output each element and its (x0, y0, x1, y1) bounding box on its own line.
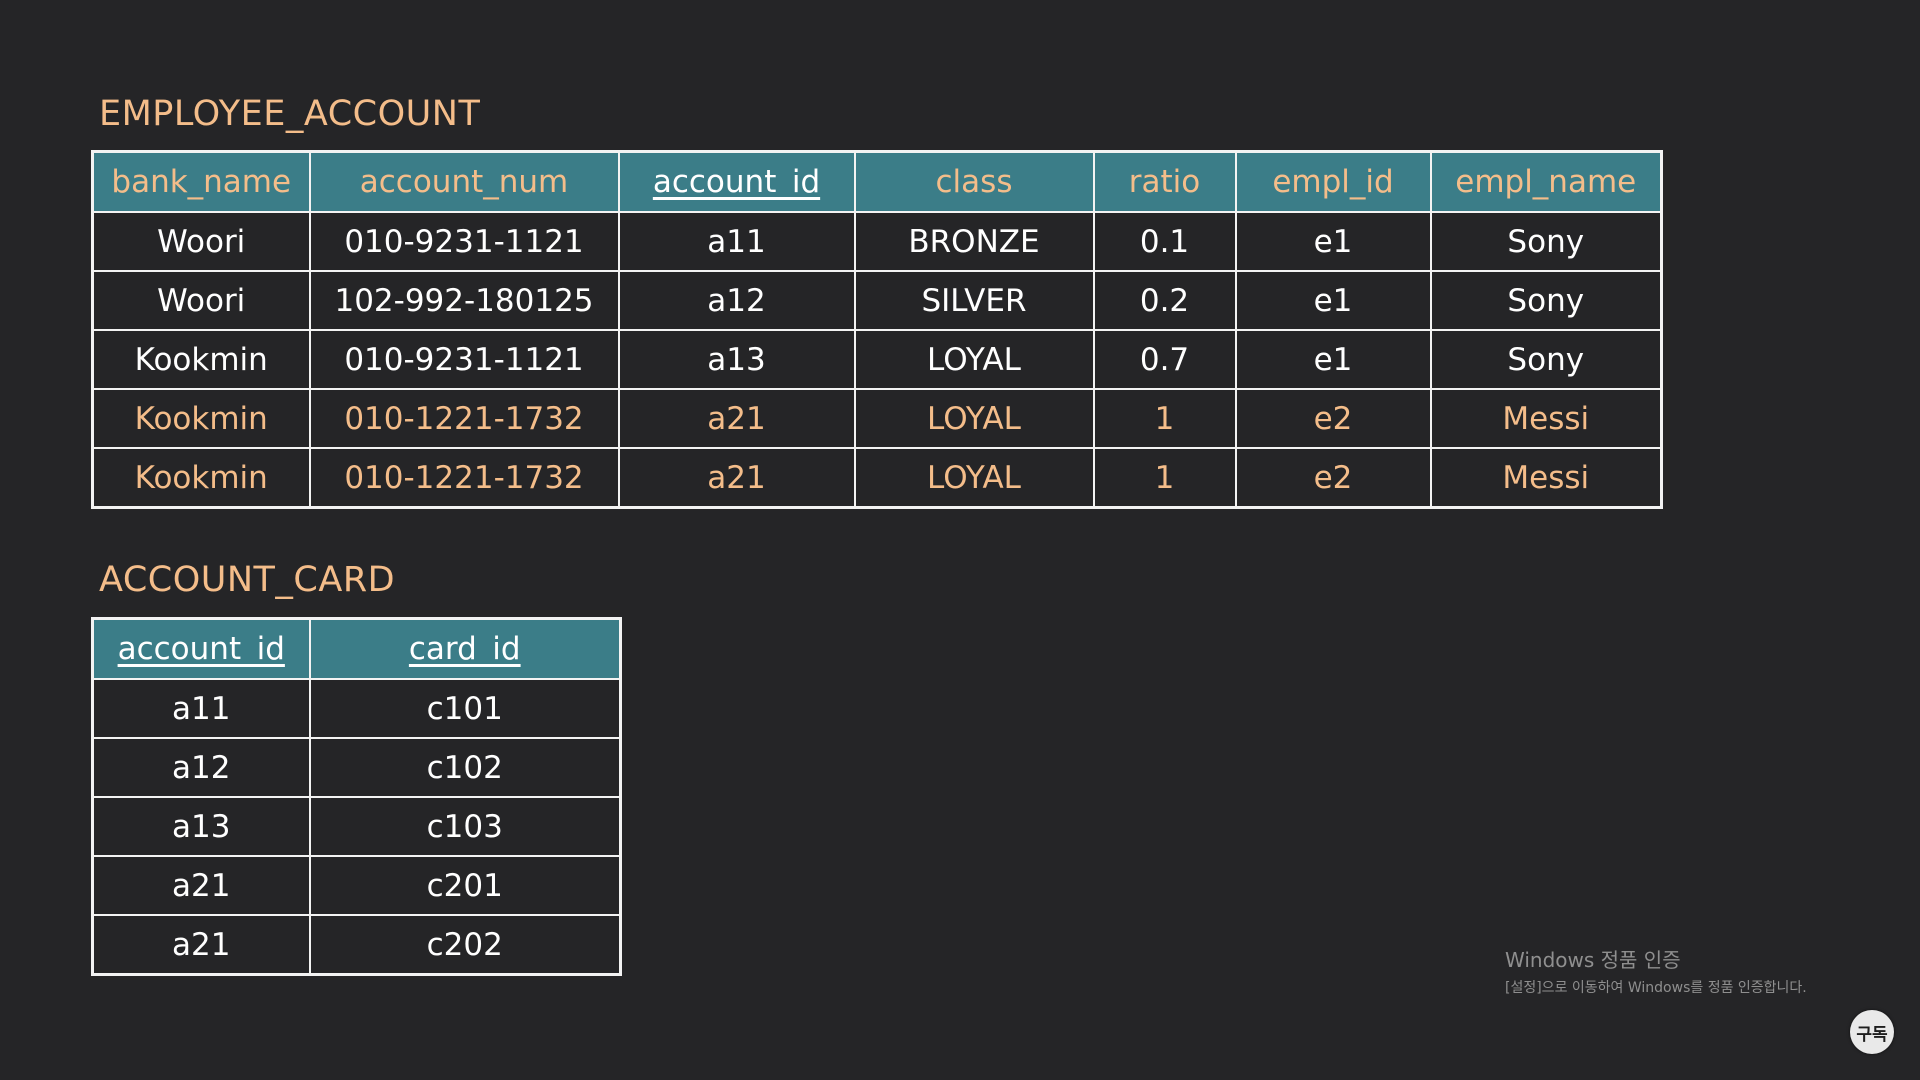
table-row: Woori 102-992-180125 a12 SILVER 0.2 e1 S… (91, 270, 1663, 331)
table-cell: a21 (617, 447, 856, 509)
table-cell: Sony (1429, 329, 1663, 390)
column-header-card-id: card_id (308, 617, 622, 680)
table-cell: a13 (91, 796, 311, 857)
table-row: a13 c103 (91, 796, 622, 857)
table-cell: a12 (617, 270, 856, 331)
subscribe-label: 구독 (1856, 1024, 1888, 1045)
table-cell: 0.2 (1092, 270, 1237, 331)
table-cell: a11 (91, 678, 311, 739)
table-row-highlighted: Kookmin 010-1221-1732 a21 LOYAL 1 e2 Mes… (91, 388, 1663, 449)
table-cell: LOYAL (853, 447, 1095, 509)
table-cell: c101 (308, 678, 622, 739)
employee-account-table: bank_name account_num account_id class r… (91, 150, 1663, 509)
table-cell: Kookmin (91, 329, 311, 390)
table-cell: Messi (1429, 447, 1663, 509)
column-header-account-id: account_id (617, 150, 856, 213)
column-header-ratio: ratio (1092, 150, 1237, 213)
table-cell: Sony (1429, 270, 1663, 331)
table-cell: LOYAL (853, 329, 1095, 390)
table-cell: 0.7 (1092, 329, 1237, 390)
column-header-empl-id: empl_id (1234, 150, 1432, 213)
table-cell: c103 (308, 796, 622, 857)
table-cell: 010-1221-1732 (308, 447, 620, 509)
column-header-empl-name: empl_name (1429, 150, 1663, 213)
table-cell: Kookmin (91, 388, 311, 449)
column-header-account-num: account_num (308, 150, 620, 213)
account-card-title: ACCOUNT_CARD (99, 560, 396, 600)
employee-account-title: EMPLOYEE_ACCOUNT (99, 94, 481, 134)
column-header-class: class (853, 150, 1095, 213)
account-card-header-row: account_id card_id (91, 617, 622, 680)
table-cell: a12 (91, 737, 311, 798)
table-cell: BRONZE (853, 211, 1095, 272)
table-cell: a21 (617, 388, 856, 449)
table-cell: 010-9231-1121 (308, 329, 620, 390)
table-cell: e2 (1234, 447, 1432, 509)
subscribe-button[interactable]: 구독 (1850, 1010, 1894, 1054)
table-cell: a21 (91, 914, 311, 976)
table-cell: Messi (1429, 388, 1663, 449)
table-cell: 1 (1092, 447, 1237, 509)
watermark-title: Windows 정품 인증 (1505, 948, 1681, 972)
table-cell: 1 (1092, 388, 1237, 449)
table-row-highlighted: Kookmin 010-1221-1732 a21 LOYAL 1 e2 Mes… (91, 447, 1663, 509)
table-cell: 0.1 (1092, 211, 1237, 272)
table-cell: SILVER (853, 270, 1095, 331)
account-card-table: account_id card_id a11 c101 a12 c102 a13… (91, 617, 622, 976)
column-header-account-id: account_id (91, 617, 311, 680)
table-cell: a13 (617, 329, 856, 390)
slide: EMPLOYEE_ACCOUNT bank_name account_num a… (0, 0, 1920, 1080)
table-cell: c102 (308, 737, 622, 798)
table-cell: Woori (91, 211, 311, 272)
table-cell: LOYAL (853, 388, 1095, 449)
windows-activation-watermark: Windows 정품 인증 [설정]으로 이동하여 Windows를 정품 인증… (1505, 944, 1807, 997)
table-cell: a11 (617, 211, 856, 272)
table-cell: e1 (1234, 211, 1432, 272)
table-cell: 010-1221-1732 (308, 388, 620, 449)
employee-account-header-row: bank_name account_num account_id class r… (91, 150, 1663, 213)
table-cell: Woori (91, 270, 311, 331)
table-cell: e1 (1234, 329, 1432, 390)
table-cell: e2 (1234, 388, 1432, 449)
watermark-subtitle: [설정]으로 이동하여 Windows를 정품 인증합니다. (1505, 980, 1807, 996)
table-cell: c202 (308, 914, 622, 976)
table-cell: Sony (1429, 211, 1663, 272)
table-cell: Kookmin (91, 447, 311, 509)
column-header-bank-name: bank_name (91, 150, 311, 213)
table-cell: c201 (308, 855, 622, 916)
table-row: a12 c102 (91, 737, 622, 798)
table-row: Woori 010-9231-1121 a11 BRONZE 0.1 e1 So… (91, 211, 1663, 272)
table-cell: 102-992-180125 (308, 270, 620, 331)
table-cell: e1 (1234, 270, 1432, 331)
table-cell: a21 (91, 855, 311, 916)
table-row: a11 c101 (91, 678, 622, 739)
table-row: a21 c201 (91, 855, 622, 916)
table-cell: 010-9231-1121 (308, 211, 620, 272)
table-row: Kookmin 010-9231-1121 a13 LOYAL 0.7 e1 S… (91, 329, 1663, 390)
table-row: a21 c202 (91, 914, 622, 976)
